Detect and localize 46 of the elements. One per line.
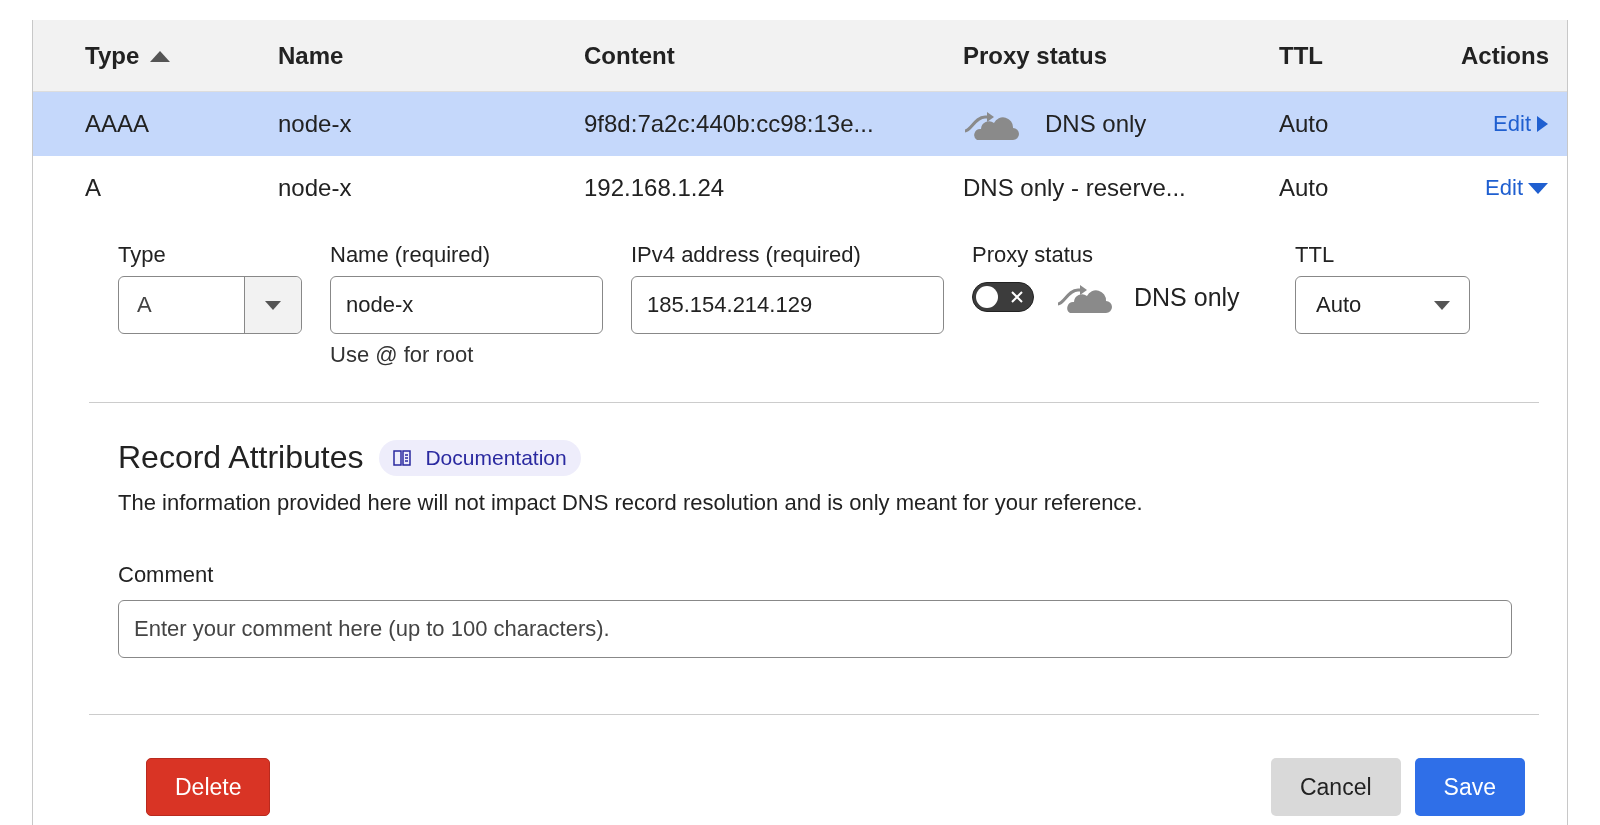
delete-button[interactable]: Delete xyxy=(146,758,271,816)
section-title: Record Attributes xyxy=(118,439,364,476)
field-label: Comment xyxy=(118,562,215,588)
documentation-link[interactable]: Documentation xyxy=(379,439,581,476)
caret-icon[interactable] xyxy=(1535,116,1549,132)
column-header[interactable]: Type xyxy=(85,41,140,70)
table-cell: AAAA xyxy=(85,110,150,138)
column-header: Content xyxy=(584,41,675,70)
cancel-button[interactable]: Cancel xyxy=(1270,758,1401,816)
proxy-status-text: DNS only xyxy=(1134,282,1240,312)
edit-link[interactable]: Edit xyxy=(1493,111,1531,137)
caret-icon xyxy=(264,299,282,311)
caret-icon xyxy=(1433,299,1451,311)
table-row[interactable]: A node-x 192.168.1.24 DNS only - reserve... Auto Edit xyxy=(33,156,1567,220)
field-label: TTL xyxy=(1295,242,1336,268)
x-icon xyxy=(1010,290,1024,304)
name-input[interactable]: node-x xyxy=(330,276,603,334)
proxy-toggle[interactable] xyxy=(972,282,1034,312)
field-label: IPv4 address (required) xyxy=(631,242,862,268)
field-label: Name (required) xyxy=(330,242,492,268)
column-header: Name xyxy=(278,41,344,70)
table-cell: DNS only - reserve... xyxy=(963,174,1186,202)
description-text: The information provided here will not impact DNS record resolution and is only meant for your reference. xyxy=(118,490,1144,516)
caret-icon[interactable] xyxy=(1527,180,1549,196)
type-select[interactable]: A xyxy=(118,276,302,334)
column-header: Proxy status xyxy=(963,41,1108,70)
table-cell: node-x xyxy=(278,174,352,202)
table-cell: Auto xyxy=(1279,174,1329,202)
comment-input[interactable]: Enter your comment here (up to 100 characters). xyxy=(118,600,1512,658)
table-cell: A xyxy=(85,174,101,202)
ttl-select[interactable]: Auto xyxy=(1295,276,1470,334)
column-header: Actions xyxy=(1461,41,1549,70)
ipv4-input[interactable]: 185.154.214.129 xyxy=(631,276,944,334)
table-cell: DNS only xyxy=(1045,110,1147,138)
field-label: Proxy status xyxy=(972,242,1095,268)
save-button[interactable]: Save xyxy=(1414,758,1525,816)
table-cell: Auto xyxy=(1279,110,1329,138)
table-cell: 192.168.1.24 xyxy=(584,174,725,202)
edit-link[interactable]: Edit xyxy=(1485,175,1523,201)
field-hint: Use @ for root xyxy=(330,342,475,368)
table-cell: node-x xyxy=(278,110,352,138)
table-cell: 9f8d:7a2c:440b:cc98:13e... xyxy=(584,110,874,138)
book-icon xyxy=(393,449,412,466)
field-label: Type xyxy=(118,242,167,268)
table-row[interactable]: AAAA node-x 9f8d:7a2c:440b:cc98:13e... DNS only Auto Edit xyxy=(33,92,1567,156)
column-header: TTL xyxy=(1279,41,1323,70)
